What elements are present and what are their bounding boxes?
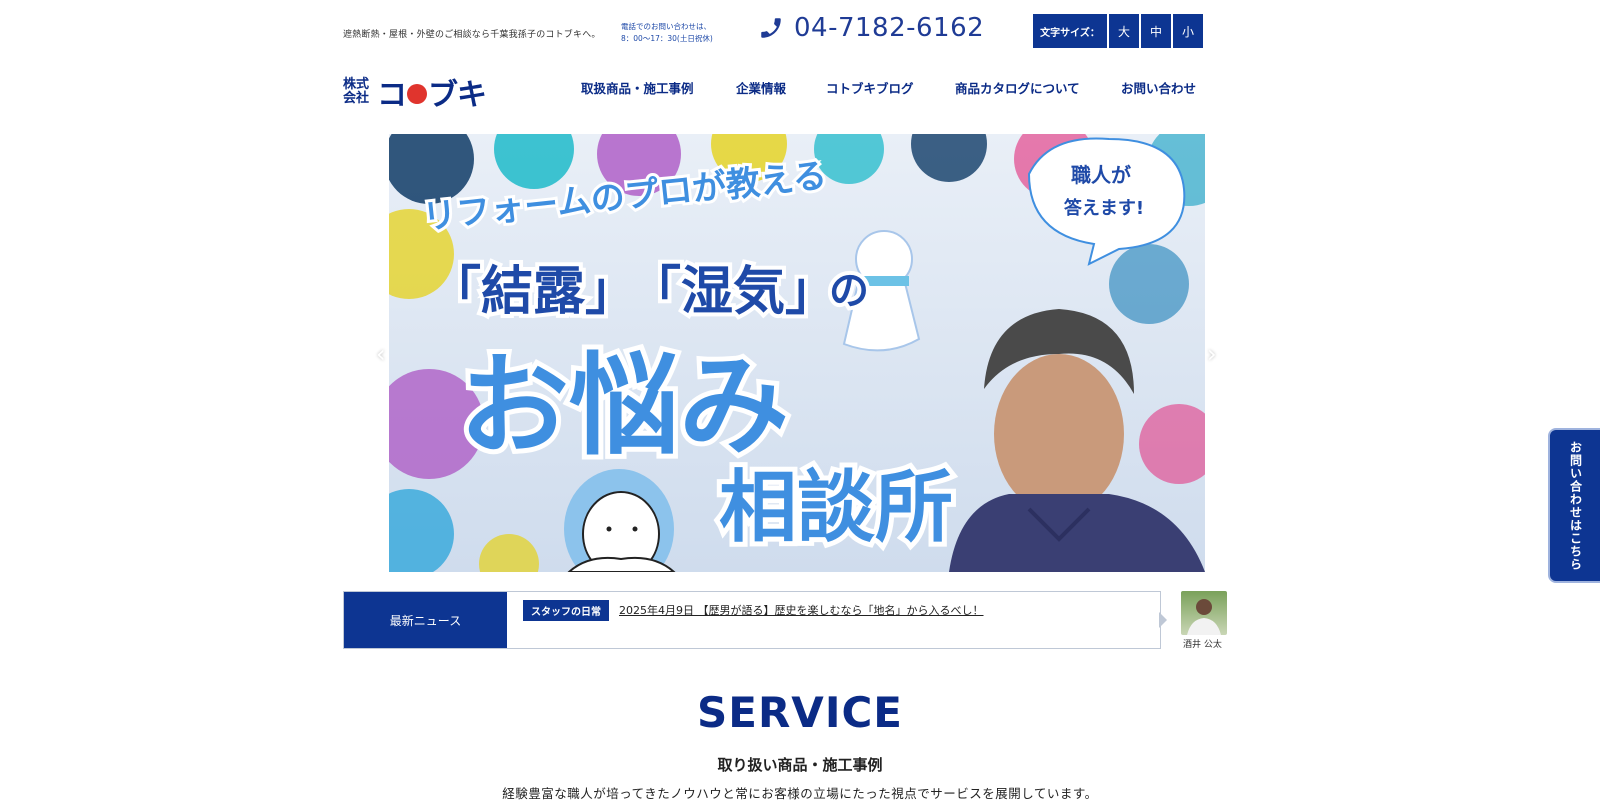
logo-prefix: 株式 会社 <box>343 78 373 106</box>
service-subtitle: 取り扱い商品・施工事例 <box>717 756 883 774</box>
font-size-large-button[interactable]: 大 <box>1109 14 1139 48</box>
service-description: 経験豊富な職人が培ってきたノウハウと常にお客様の立場にたった視点でサービスを展開… <box>502 786 1098 801</box>
header-tagline: 遮熱断熱・屋根・外壁のご相談なら千葉我孫子のコトブキへ。 <box>343 30 601 40</box>
contact-side-tab[interactable]: お問い合わせはこちら <box>1548 428 1600 583</box>
slider-prev-button[interactable]: ‹ <box>376 340 394 370</box>
nav-item-products[interactable]: 取扱商品・施工事例 <box>581 78 694 97</box>
company-logo[interactable]: 株式 会社 コブキ <box>343 70 487 114</box>
logo-text-1: コ <box>377 78 407 113</box>
service-title: SERVICE <box>694 688 906 745</box>
hero-line-3: お悩み <box>459 342 789 470</box>
nav-item-contact[interactable]: お問い合わせ <box>1121 78 1196 97</box>
hero-banner-image: 職人が 答えます! リフォームのプロが教える 「結露」 「湿気」 の お悩み 相… <box>389 134 1205 572</box>
phone-contact[interactable]: 04-7182-6162 <box>758 13 984 43</box>
hero-line-2c: の <box>829 268 869 314</box>
news-label: 最新ニュース <box>344 592 507 648</box>
phone-number[interactable]: 04-7182-6162 <box>794 13 984 43</box>
font-size-label: 文字サイズ： <box>1033 14 1107 48</box>
hero-slider[interactable]: 職人が 答えます! リフォームのプロが教える 「結露」 「湿気」 の お悩み 相… <box>389 134 1205 572</box>
business-hours: 電話でのお問い合わせは、 8：00〜17：30(土日祝休) <box>621 21 713 45</box>
logo-prefix-line-2: 会社 <box>343 91 370 106</box>
font-size-medium-button[interactable]: 中 <box>1141 14 1171 48</box>
author-avatar[interactable] <box>1181 591 1227 635</box>
font-size-switcher: 文字サイズ： 大 中 小 <box>1033 14 1203 48</box>
logo-mark-icon <box>407 83 427 104</box>
author-name: 酒井 公太 <box>1183 640 1222 650</box>
nav-item-company[interactable]: 企業情報 <box>736 78 786 97</box>
slider-next-button[interactable]: › <box>1207 340 1225 370</box>
nav-item-catalog[interactable]: 商品カタログについて <box>955 78 1080 97</box>
hero-line-2a: 「結露」 <box>429 262 637 322</box>
logo-prefix-line-1: 株式 <box>343 77 370 92</box>
hours-line-2: 8：00〜17：30(土日祝休) <box>621 34 713 43</box>
font-size-small-button[interactable]: 小 <box>1173 14 1203 48</box>
logo-wordmark: コブキ <box>377 70 487 114</box>
phone-icon <box>761 18 781 38</box>
news-category-badge[interactable]: スタッフの日常 <box>523 599 609 621</box>
logo-text-2: ブキ <box>428 78 487 113</box>
hero-line-2b: 「湿気」 <box>629 262 837 322</box>
news-pointer-icon <box>1159 612 1167 628</box>
bubble-line-1: 職人が <box>1071 163 1131 187</box>
news-body: スタッフの日常 2025年4月9日 【歴男が語る】歴史を楽しむなら「地名」から入… <box>507 572 984 648</box>
news-bar: 最新ニュース スタッフの日常 2025年4月9日 【歴男が語る】歴史を楽しむなら… <box>343 591 1161 649</box>
author-photo <box>1187 599 1221 635</box>
bubble-line-2: 答えます! <box>1064 197 1144 219</box>
service-section: SERVICE <box>0 688 1600 745</box>
nav-item-blog[interactable]: コトブキブログ <box>826 78 914 97</box>
hero-line-4: 相談所 <box>719 463 953 553</box>
news-headline-link[interactable]: 2025年4月9日 【歴男が語る】歴史を楽しむなら「地名」から入るべし！ <box>619 602 984 618</box>
hours-line-1: 電話でのお問い合わせは、 <box>621 22 711 31</box>
